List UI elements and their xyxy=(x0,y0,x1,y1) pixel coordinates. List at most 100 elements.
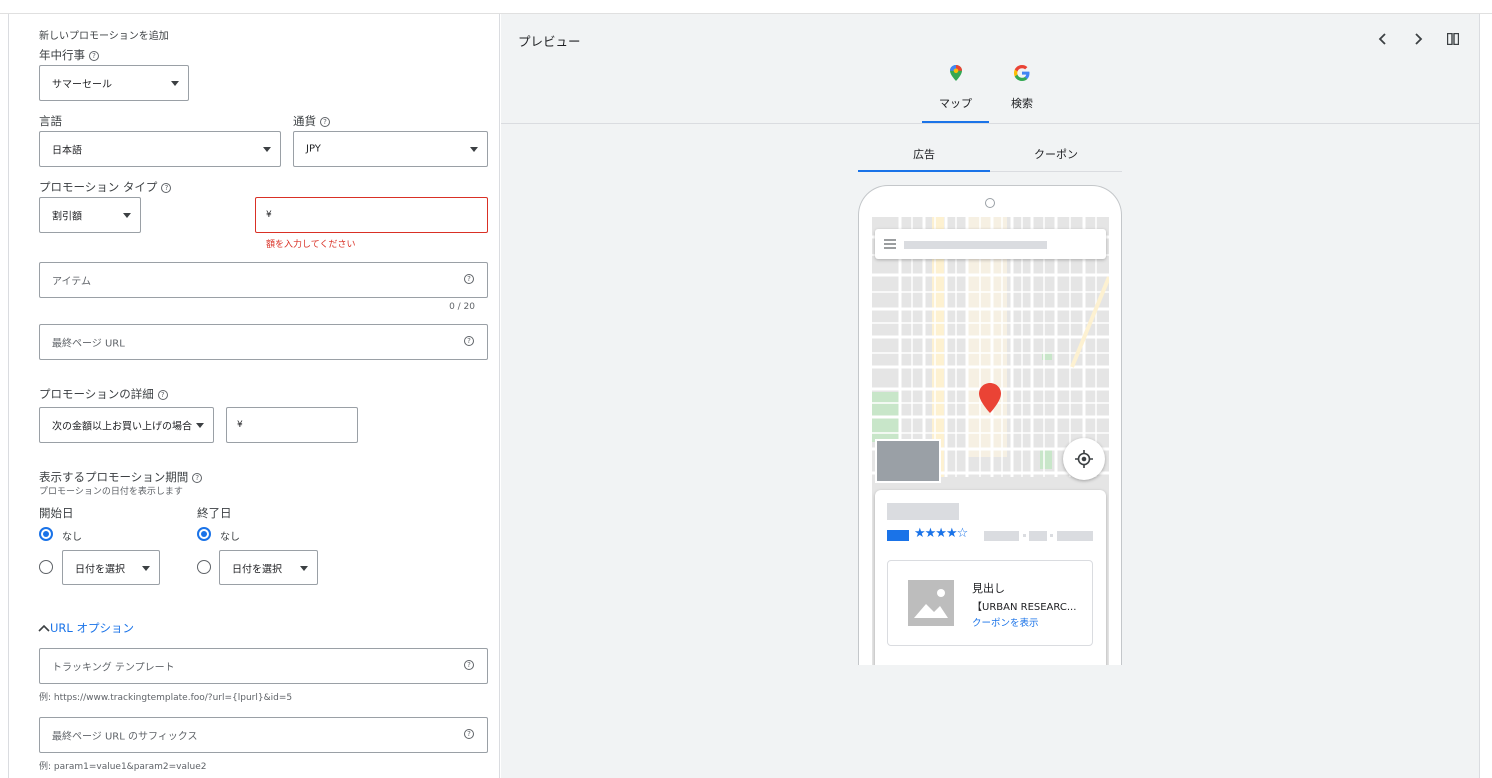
help-icon[interactable]: ? xyxy=(89,50,99,61)
rating-stars-icon: ★★★★☆ xyxy=(914,526,968,541)
tab-maps-label: マップ xyxy=(939,97,972,110)
info-placeholder xyxy=(984,531,1019,541)
url-options-label: URL オプション xyxy=(50,621,134,635)
chevron-up-icon xyxy=(38,624,50,632)
divider xyxy=(501,123,1479,124)
language-label: 言語 xyxy=(39,114,62,128)
start-none-label: なし xyxy=(62,532,82,543)
details-condition-value: 次の金額以上お買い上げの場合 xyxy=(52,421,192,433)
details-condition-select[interactable]: 次の金額以上お買い上げの場合 xyxy=(39,407,214,443)
form-heading: 新しいプロモーションを追加 xyxy=(39,31,169,42)
occasion-label: 年中行事? xyxy=(39,47,99,63)
currency-label: 通貨? xyxy=(293,113,330,129)
url-suffix-input[interactable]: 最終ページ URL のサフィックス ? xyxy=(39,717,488,753)
menu-icon xyxy=(884,239,896,249)
subtab-ads[interactable]: 広告 xyxy=(858,146,990,162)
subtab-divider xyxy=(990,171,1122,172)
occasion-label-text: 年中行事 xyxy=(39,48,85,62)
details-label: プロモーションの詳細? xyxy=(39,386,168,402)
discount-amount-input[interactable]: ¥ xyxy=(255,197,488,233)
help-icon[interactable]: ? xyxy=(464,274,474,284)
url-suffix-placeholder: 最終ページ URL のサフィックス xyxy=(52,731,198,743)
details-amount-input[interactable]: ¥ xyxy=(226,407,358,443)
start-date-radio[interactable] xyxy=(39,560,53,574)
start-none-radio[interactable] xyxy=(39,527,53,541)
language-select[interactable]: 日本語 xyxy=(39,131,281,167)
phone-mockup: ★★★★☆ 見出し 【URBAN RESEARC... クーポンを表示 xyxy=(858,185,1122,665)
preview-title: プレビュー xyxy=(518,34,581,49)
final-url-input[interactable]: 最終ページ URL ? xyxy=(39,324,488,360)
currency-label-text: 通貨 xyxy=(293,114,316,128)
occasion-value: サマーセール xyxy=(52,79,112,91)
end-none-label: なし xyxy=(220,532,240,543)
image-placeholder-icon xyxy=(908,580,954,626)
help-icon[interactable]: ? xyxy=(464,660,474,670)
help-icon[interactable]: ? xyxy=(464,729,474,739)
my-location-button[interactable] xyxy=(1063,438,1105,480)
map-view: ★★★★☆ 見出し 【URBAN RESEARC... クーポンを表示 xyxy=(872,217,1109,665)
map-search-bar[interactable] xyxy=(875,229,1106,259)
occasion-select[interactable]: サマーセール xyxy=(39,65,189,101)
dropdown-arrow-icon xyxy=(470,147,478,152)
promo-type-label-text: プロモーション タイプ xyxy=(39,180,158,194)
end-date-value: 日付を選択 xyxy=(232,564,282,575)
view-coupon-link[interactable]: クーポンを表示 xyxy=(972,615,1039,629)
place-thumbnail xyxy=(875,439,941,483)
split-view-icon[interactable] xyxy=(1447,33,1459,45)
info-placeholder xyxy=(1029,531,1047,541)
item-char-counter: 0 / 20 xyxy=(449,302,475,312)
top-bar xyxy=(0,0,1492,14)
tracking-template-input[interactable]: トラッキング テンプレート ? xyxy=(39,648,488,684)
promo-type-select[interactable]: 割引額 xyxy=(39,197,141,233)
end-date-select[interactable]: 日付を選択 xyxy=(219,550,318,585)
info-placeholder xyxy=(1057,531,1093,541)
chevron-right-icon[interactable] xyxy=(1413,32,1423,46)
yen-prefix: ¥ xyxy=(266,210,272,220)
subtab-coupon[interactable]: クーポン xyxy=(990,146,1122,162)
url-options-toggle[interactable]: URL オプション xyxy=(38,617,134,636)
map-pin-icon xyxy=(979,383,1001,413)
dropdown-arrow-icon xyxy=(123,213,131,218)
end-date-label: 終了日 xyxy=(197,506,232,520)
promotion-ad-card[interactable]: 見出し 【URBAN RESEARC... クーポンを表示 xyxy=(887,560,1093,646)
final-url-placeholder: 最終ページ URL xyxy=(52,338,125,350)
tab-maps[interactable]: マップ xyxy=(922,64,989,111)
help-icon[interactable]: ? xyxy=(161,182,172,193)
place-name-placeholder xyxy=(887,503,959,520)
tab-search[interactable]: 検索 xyxy=(997,64,1047,111)
currency-select[interactable]: JPY xyxy=(293,131,488,167)
dot-separator xyxy=(1023,534,1026,537)
preview-panel: プレビュー マップ 検索 広告 クーポン ★★★★☆ 見出し 【URBAN RE… xyxy=(501,14,1479,778)
dropdown-arrow-icon xyxy=(171,81,179,86)
help-icon[interactable]: ? xyxy=(320,116,330,127)
search-placeholder-bar xyxy=(904,241,1047,249)
help-icon[interactable]: ? xyxy=(192,472,203,483)
period-sublabel: プロモーションの日付を表示します xyxy=(39,487,183,497)
end-date-radio[interactable] xyxy=(197,560,211,574)
tab-search-label: 検索 xyxy=(1011,97,1033,110)
start-date-select[interactable]: 日付を選択 xyxy=(62,550,160,585)
item-input[interactable]: アイテム ? xyxy=(39,262,488,298)
dropdown-arrow-icon xyxy=(263,147,271,152)
amount-error-text: 額を入力してください xyxy=(266,240,356,250)
tracking-template-example: 例: https://www.trackingtemplate.foo/?url… xyxy=(39,693,293,703)
chevron-left-icon[interactable] xyxy=(1378,32,1388,46)
promo-type-label: プロモーション タイプ? xyxy=(39,179,172,195)
promotion-form: 新しいプロモーションを追加 年中行事? サマーセール 言語 日本語 通貨? JP… xyxy=(20,14,500,778)
start-date-value: 日付を選択 xyxy=(75,564,125,575)
url-suffix-example: 例: param1=value1&param2=value2 xyxy=(39,762,207,772)
help-icon[interactable]: ? xyxy=(464,336,474,346)
google-g-icon xyxy=(1014,65,1030,81)
end-none-radio[interactable] xyxy=(197,527,211,541)
help-icon[interactable]: ? xyxy=(157,389,168,400)
yen-prefix: ¥ xyxy=(237,420,243,430)
dropdown-arrow-icon xyxy=(300,565,308,571)
tracking-template-placeholder: トラッキング テンプレート xyxy=(52,662,175,674)
dropdown-arrow-icon xyxy=(142,565,150,571)
ad-description: 【URBAN RESEARC... xyxy=(972,602,1077,613)
start-date-label: 開始日 xyxy=(39,506,74,520)
period-label: 表示するプロモーション期間? xyxy=(39,469,203,485)
dropdown-arrow-icon xyxy=(196,423,204,428)
period-label-text: 表示するプロモーション期間 xyxy=(39,470,189,484)
dot-separator xyxy=(1050,534,1053,537)
